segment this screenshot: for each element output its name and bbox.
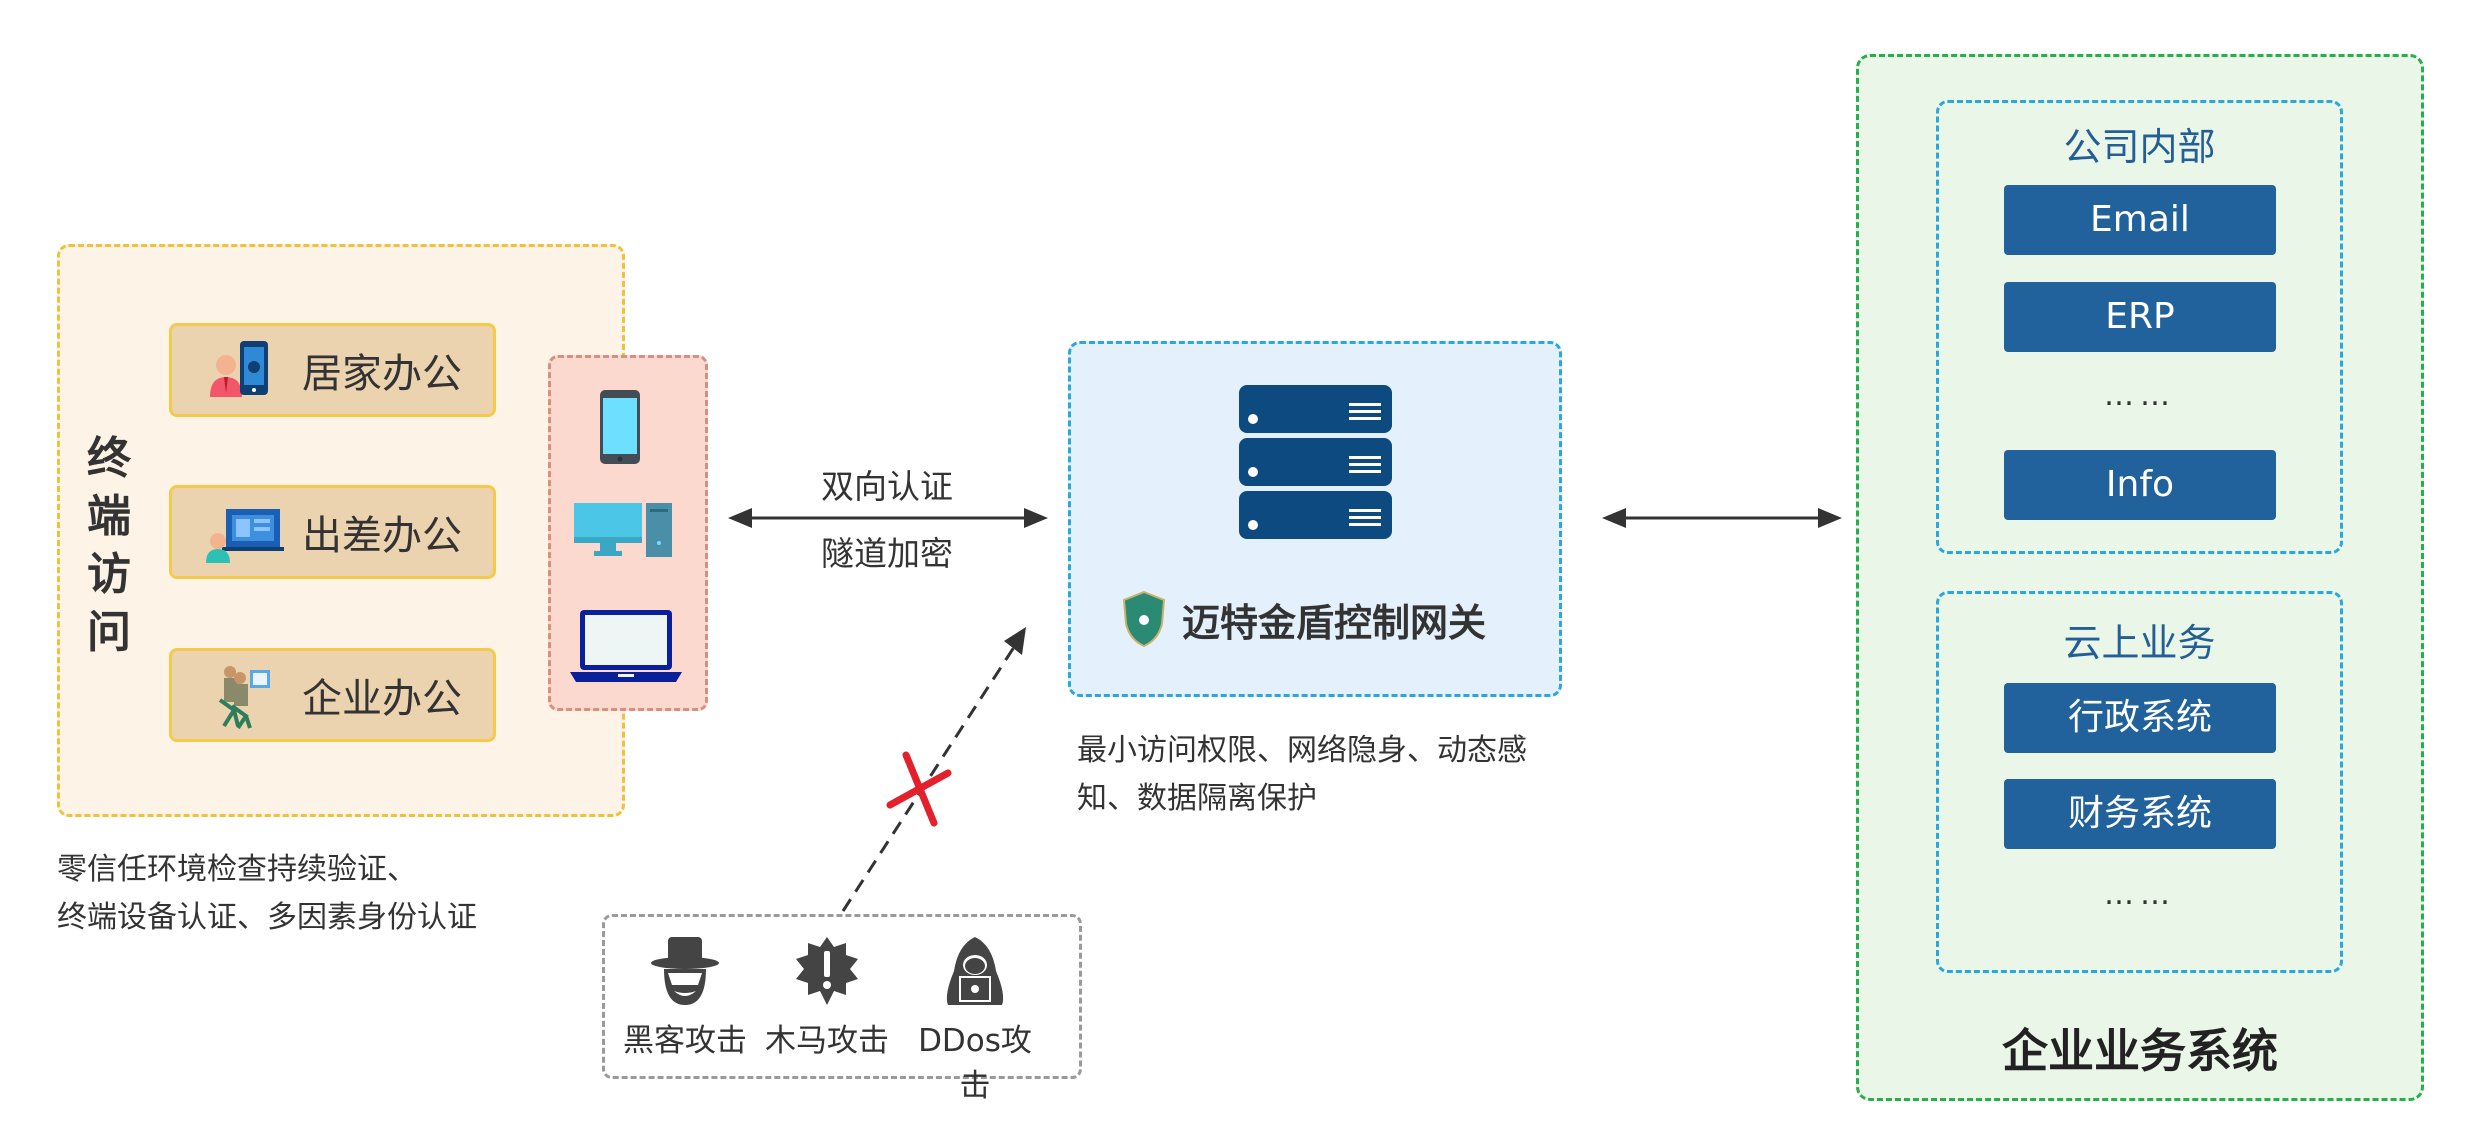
scenario-label: 出差办公 — [302, 513, 462, 559]
internal-section-title: 公司内部 — [2063, 125, 2216, 169]
laptop-icon — [570, 610, 682, 682]
desktop-computer-icon — [574, 503, 672, 557]
scenario-label: 居家办公 — [302, 351, 462, 397]
scenario-home-office[interactable]: 居家办公 — [169, 323, 496, 417]
scenario-business-trip[interactable]: 出差办公 — [169, 485, 496, 579]
gateway-title: 迈特金盾控制网关 — [1120, 590, 1540, 648]
cloud-section-title: 云上业务 — [2063, 621, 2216, 665]
server-unit — [1239, 438, 1392, 486]
person-phone-icon — [204, 335, 284, 405]
service-admin-system[interactable]: 行政系统 — [2004, 683, 2276, 753]
more-services-ellipsis: …… — [2104, 877, 2176, 912]
blocked-attack-path — [841, 627, 1026, 912]
person-laptop-icon — [204, 497, 284, 567]
bidirectional-arrow-gateway-enterprise — [1602, 508, 1842, 528]
service-finance-system[interactable]: 财务系统 — [2004, 779, 2276, 849]
scenario-label: 企业办公 — [302, 676, 462, 722]
attack-ddos: DDos攻击 — [905, 935, 1045, 1105]
tunnel-encryption-label: 隧道加密 — [821, 534, 953, 573]
mutual-auth-label: 双向认证 — [821, 467, 953, 506]
service-info[interactable]: Info — [2004, 450, 2276, 520]
scenario-enterprise-office[interactable]: 企业办公 — [169, 648, 496, 742]
attack-hacker: 黑客攻击 — [615, 935, 755, 1060]
server-unit — [1239, 491, 1392, 539]
service-erp[interactable]: ERP — [2004, 282, 2276, 352]
hooded-attacker-icon — [946, 937, 1004, 1005]
terminal-note: 零信任环境检查持续验证、 终端设备认证、多因素身份认证 — [57, 852, 477, 935]
enterprise-systems-title: 企业业务系统 — [2002, 1024, 2278, 1078]
terminal-access-title: 终端访问 — [87, 433, 131, 658]
attack-sources-group: 黑客攻击 木马攻击 DDos攻击 — [602, 914, 1082, 1104]
gateway-note: 最小访问权限、网络隐身、动态感 知、数据隔离保护 — [1077, 733, 1527, 816]
office-workers-icon — [204, 660, 284, 730]
smartphone-icon — [600, 390, 640, 464]
trojan-alert-icon — [796, 937, 858, 1005]
server-unit — [1239, 385, 1392, 433]
attack-trojan: 木马攻击 — [757, 935, 897, 1060]
red-x-icon — [886, 751, 952, 827]
hacker-icon — [651, 937, 719, 1005]
more-services-ellipsis: …… — [2104, 378, 2176, 413]
shield-logo-icon — [1122, 590, 1166, 648]
service-email[interactable]: Email — [2004, 185, 2276, 255]
